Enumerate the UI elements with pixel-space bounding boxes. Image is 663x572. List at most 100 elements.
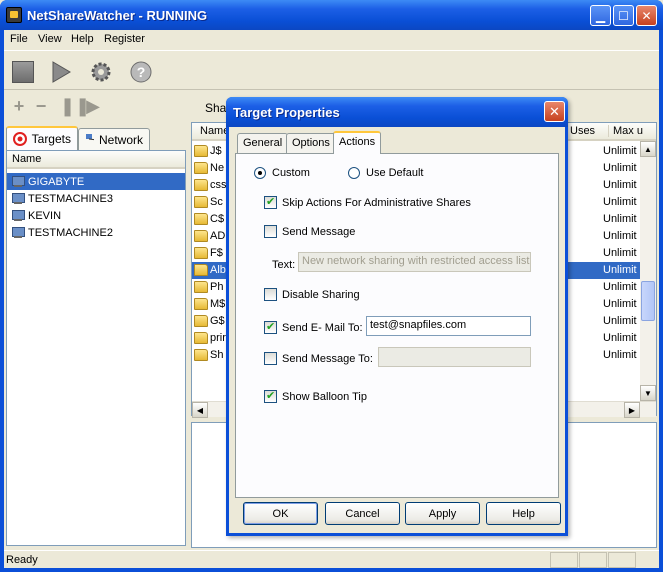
shared-folder-icon (194, 230, 208, 242)
computer-icon (11, 192, 25, 205)
apply-button[interactable]: Apply (405, 502, 480, 525)
scroll-thumb[interactable] (641, 281, 655, 321)
help-button[interactable]: ? (128, 59, 154, 85)
column-name[interactable]: Name (200, 125, 229, 137)
network-icon (86, 133, 94, 140)
shared-folder-icon (194, 247, 208, 259)
column-uses[interactable]: Uses (570, 125, 595, 137)
remove-target-button[interactable]: − (32, 97, 50, 117)
message-to-field[interactable] (378, 347, 531, 367)
actions-panel: Custom Use Default Skip Actions For Admi… (235, 153, 559, 498)
disable-sharing-label[interactable]: Disable Sharing (282, 289, 360, 301)
tab-general[interactable]: General (237, 133, 289, 153)
scroll-up-button[interactable]: ▲ (640, 141, 656, 157)
send-email-checkbox[interactable] (264, 320, 277, 334)
targets-pane: + − ❚❚ ▶ Targets Network Name GIGABYTE T… (4, 92, 187, 550)
vertical-scrollbar[interactable]: ▲ ▼ (640, 141, 656, 401)
shared-folder-icon (194, 213, 208, 225)
tab-options[interactable]: Options (286, 133, 336, 153)
target-item[interactable]: GIGABYTE (7, 173, 185, 190)
arrow-down-icon: ▼ (644, 388, 652, 398)
share-max-uses: Unlimit (603, 281, 637, 293)
target-item-label: KEVIN (28, 209, 62, 222)
send-message-to-label[interactable]: Send Message To: (282, 353, 373, 365)
target-item[interactable]: TESTMACHINE2 (7, 224, 185, 241)
close-icon: ✕ (641, 8, 652, 23)
radio-use-default-label[interactable]: Use Default (366, 167, 423, 179)
send-email-label[interactable]: Send E- Mail To: (282, 322, 363, 334)
share-max-uses: Unlimit (603, 145, 637, 157)
minimize-button[interactable]: ▁ (590, 5, 611, 26)
scroll-down-button[interactable]: ▼ (640, 385, 656, 401)
menu-register[interactable]: Register (104, 33, 145, 45)
radio-custom[interactable] (254, 167, 266, 179)
send-message-to-checkbox[interactable] (264, 352, 277, 365)
play-small-icon: ▶ (86, 96, 100, 116)
balloon-tip-label[interactable]: Show Balloon Tip (282, 391, 367, 403)
skip-admin-checkbox[interactable] (264, 195, 277, 209)
target-list[interactable]: Name GIGABYTE TESTMACHINE3 KEVIN TESTMAC… (6, 150, 186, 546)
arrow-right-icon: ▶ (628, 405, 636, 415)
close-icon: ✕ (549, 103, 560, 119)
menubar: File View Help Register (4, 30, 659, 50)
disable-sharing-checkbox[interactable] (264, 288, 277, 301)
resume-button[interactable]: ▶ (84, 97, 102, 117)
target-item[interactable]: TESTMACHINE3 (7, 190, 185, 207)
radio-use-default[interactable] (348, 167, 360, 179)
target-list-header[interactable]: Name (7, 151, 185, 169)
arrow-left-icon: ◀ (196, 405, 204, 415)
plus-icon: + (13, 96, 25, 116)
email-field[interactable]: test@snapfiles.com (366, 316, 531, 336)
menu-file[interactable]: File (10, 33, 28, 45)
dialog-titlebar[interactable]: Target Properties ✕ (226, 97, 568, 127)
target-icon (13, 132, 27, 146)
toolbar: ? (4, 50, 659, 90)
shared-folder-icon (194, 332, 208, 344)
shared-folder-icon (194, 315, 208, 327)
share-max-uses: Unlimit (603, 162, 637, 174)
dialog-title: Target Properties (233, 105, 340, 120)
target-item[interactable]: KEVIN (7, 207, 185, 224)
balloon-tip-checkbox[interactable] (264, 389, 277, 403)
dialog-close-button[interactable]: ✕ (544, 101, 565, 122)
scroll-left-button[interactable]: ◀ (192, 402, 208, 418)
main-titlebar[interactable]: NetShareWatcher - RUNNING ▁ ☐ ✕ (0, 0, 663, 30)
radio-custom-label[interactable]: Custom (272, 167, 310, 179)
column-max[interactable]: Max u (608, 125, 643, 137)
share-max-uses: Unlimit (603, 196, 637, 208)
dialog-client: General Options Actions Custom Use Defau… (229, 127, 565, 533)
add-target-button[interactable]: + (10, 97, 28, 117)
share-name: C$ (210, 213, 225, 225)
play-button[interactable] (48, 59, 74, 85)
shared-folder-icon (194, 281, 208, 293)
message-text-field[interactable]: New network sharing with restricted acce… (298, 252, 531, 272)
tab-network[interactable]: Network (78, 128, 150, 150)
close-button[interactable]: ✕ (636, 5, 657, 26)
skip-admin-label[interactable]: Skip Actions For Administrative Shares (282, 197, 471, 209)
share-max-uses: Unlimit (603, 213, 637, 225)
cancel-button[interactable]: Cancel (325, 502, 400, 525)
share-max-uses: Unlimit (603, 349, 637, 361)
shared-folder-icon (194, 298, 208, 310)
share-max-uses: Unlimit (603, 179, 637, 191)
pause-button[interactable]: ❚❚ (60, 97, 90, 117)
computer-icon (11, 175, 25, 188)
menu-view[interactable]: View (38, 33, 62, 45)
target-item-label: GIGABYTE (28, 175, 85, 188)
tab-targets[interactable]: Targets (6, 126, 78, 150)
scroll-right-button[interactable]: ▶ (624, 402, 640, 418)
stop-button[interactable] (10, 59, 36, 85)
maximize-button[interactable]: ☐ (613, 5, 634, 26)
text-label: Text: (272, 259, 296, 271)
share-name: Sc (210, 196, 223, 208)
shared-folder-icon (194, 162, 208, 174)
help-dialog-button[interactable]: Help (486, 502, 561, 525)
send-message-checkbox[interactable] (264, 225, 277, 238)
settings-button[interactable] (88, 59, 114, 85)
menu-help[interactable]: Help (71, 33, 94, 45)
ok-button[interactable]: OK (243, 502, 318, 525)
send-message-label[interactable]: Send Message (282, 226, 355, 238)
shared-folder-icon (194, 179, 208, 191)
share-name: Alb (210, 264, 226, 276)
tab-actions[interactable]: Actions (333, 131, 382, 154)
